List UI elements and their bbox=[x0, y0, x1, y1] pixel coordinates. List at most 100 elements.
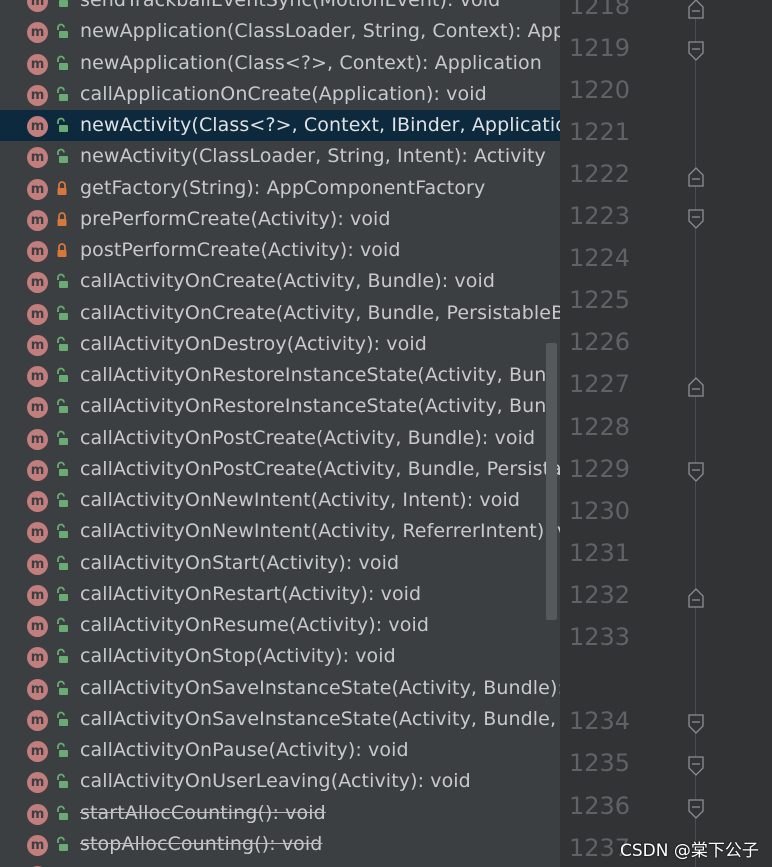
structure-item[interactable]: m stopAllocCounting(): void bbox=[0, 829, 560, 860]
fold-collapse-icon[interactable] bbox=[687, 208, 705, 230]
fold-collapse-icon[interactable] bbox=[687, 461, 705, 483]
method-icon: m bbox=[27, 553, 48, 575]
fold-end-icon[interactable] bbox=[687, 0, 705, 20]
line-number: 1227 bbox=[569, 370, 631, 398]
method-icon: m bbox=[27, 366, 48, 387]
private-lock-icon bbox=[55, 242, 69, 258]
structure-item[interactable]: m callActivityOnDestroy(Activity): void bbox=[0, 329, 560, 360]
structure-item-label: callActivityOnCreate(Activity, Bundle): … bbox=[80, 270, 495, 293]
line-number: 1231 bbox=[569, 539, 631, 567]
fold-end-icon[interactable] bbox=[687, 166, 705, 188]
structure-item[interactable]: m callActivityOnRestoreInstanceState(Acti… bbox=[0, 360, 560, 391]
structure-item-label: callActivityOnUserLeaving(Activity): voi… bbox=[80, 770, 471, 793]
public-unlock-icon bbox=[55, 430, 69, 446]
method-icon: m bbox=[27, 741, 48, 762]
structure-item[interactable]: maddValue(String, int, Bundle): void bbox=[0, 860, 560, 867]
public-unlock-icon bbox=[55, 336, 69, 352]
structure-item-label: callActivityOnStart(Activity): void bbox=[80, 551, 400, 574]
fold-collapse-icon[interactable] bbox=[687, 713, 705, 735]
structure-scrollbar[interactable] bbox=[546, 343, 557, 620]
method-icon: m bbox=[27, 459, 48, 481]
method-icon: m bbox=[27, 209, 48, 231]
structure-item-label: callActivityOnNewIntent(Activity, Intent… bbox=[80, 489, 521, 511]
method-icon: m bbox=[27, 116, 48, 137]
public-unlock-icon bbox=[55, 86, 69, 102]
private-lock-icon bbox=[55, 180, 69, 196]
structure-item[interactable]: m prePerformCreate(Activity): void bbox=[0, 204, 560, 235]
structure-item-label: getFactory(String): AppComponentFactory bbox=[80, 176, 486, 199]
structure-item[interactable]: m callActivityOnNewIntent(Activity, Refer… bbox=[0, 516, 560, 547]
structure-item[interactable]: m callActivityOnStop(Activity): void bbox=[0, 641, 560, 672]
line-number: 1226 bbox=[569, 328, 631, 356]
structure-item[interactable]: m callActivityOnCreate(Activity, Bundle, … bbox=[0, 298, 560, 329]
structure-item[interactable]: m sendTrackballEventSync(MotionEvent): vo… bbox=[0, 0, 560, 16]
structure-item[interactable]: m callActivityOnPause(Activity): void bbox=[0, 735, 560, 766]
structure-item[interactable]: m newApplication(ClassLoader, String, Con… bbox=[0, 16, 560, 47]
structure-item[interactable]: m callActivityOnUserLeaving(Activity): vo… bbox=[0, 766, 560, 797]
public-unlock-icon bbox=[55, 680, 69, 696]
fold-collapse-icon[interactable] bbox=[687, 40, 705, 62]
fold-end-icon[interactable] bbox=[687, 587, 705, 609]
structure-item[interactable]: m startAllocCounting(): void bbox=[0, 798, 560, 829]
public-unlock-icon bbox=[55, 367, 69, 383]
public-unlock-icon bbox=[55, 0, 69, 8]
public-unlock-icon bbox=[55, 305, 69, 321]
method-icon: m bbox=[27, 803, 48, 825]
structure-item[interactable]: m callActivityOnResume(Activity): void bbox=[0, 610, 560, 641]
structure-item-label: callActivityOnNewIntent(Activity, Referr… bbox=[80, 520, 560, 543]
line-number: 1222 bbox=[569, 160, 631, 188]
structure-item-label: callApplicationOnCreate(Application): vo… bbox=[80, 82, 487, 105]
structure-item-label: callActivityOnDestroy(Activity): void bbox=[80, 332, 427, 355]
public-unlock-icon bbox=[55, 836, 69, 852]
structure-item[interactable]: m callActivityOnSaveInstanceState(Activit… bbox=[0, 704, 560, 735]
structure-item[interactable]: m callActivityOnRestoreInstanceState(Acti… bbox=[0, 391, 560, 422]
public-unlock-icon bbox=[55, 805, 69, 821]
fold-end-icon[interactable] bbox=[687, 376, 705, 398]
method-icon: m bbox=[27, 647, 48, 669]
method-icon: m bbox=[27, 709, 48, 731]
public-unlock-icon bbox=[55, 742, 69, 758]
structure-item[interactable]: m callActivityOnStart(Activity): void bbox=[0, 548, 560, 579]
structure-item[interactable]: m callActivityOnRestart(Activity): void bbox=[0, 579, 560, 610]
structure-item-label: callActivityOnPause(Activity): void bbox=[80, 739, 409, 761]
structure-item[interactable]: m newApplication(Class<?>, Context): Appl… bbox=[0, 48, 560, 79]
public-unlock-icon bbox=[55, 773, 69, 789]
method-icon: m bbox=[27, 491, 48, 512]
structure-item-label: callActivityOnRestoreInstanceState(Activ… bbox=[80, 395, 560, 418]
public-unlock-icon bbox=[55, 523, 69, 539]
structure-item[interactable]: m getFactory(String): AppComponentFactory bbox=[0, 173, 560, 204]
structure-item[interactable]: m newActivity(ClassLoader, String, Intent… bbox=[0, 141, 560, 172]
line-number: 1235 bbox=[569, 749, 631, 777]
line-number: 1232 bbox=[569, 581, 631, 609]
structure-item[interactable]: m callActivityOnNewIntent(Activity, Inten… bbox=[0, 485, 560, 516]
line-number: 1219 bbox=[569, 34, 631, 62]
method-icon: m bbox=[27, 584, 48, 606]
structure-item-label: callActivityOnStop(Activity): void bbox=[80, 645, 396, 668]
fold-collapse-icon[interactable] bbox=[687, 755, 705, 777]
structure-item[interactable]: m callActivityOnPostCreate(Activity, Bund… bbox=[0, 454, 560, 485]
method-icon: m bbox=[27, 178, 48, 200]
structure-item[interactable]: m callActivityOnPostCreate(Activity, Bund… bbox=[0, 423, 560, 454]
structure-item-label: stopAllocCounting(): void bbox=[80, 832, 323, 855]
line-number: 1223 bbox=[569, 202, 631, 230]
public-unlock-icon bbox=[55, 648, 69, 664]
line-number: 1221 bbox=[569, 118, 631, 146]
line-number: 1228 bbox=[569, 413, 631, 441]
structure-item[interactable]: m postPerformCreate(Activity): void bbox=[0, 235, 560, 266]
structure-item[interactable]: m newActivity(Class<?>, Context, IBinder,… bbox=[0, 110, 560, 141]
public-unlock-icon bbox=[55, 617, 69, 633]
line-number: 1236 bbox=[569, 792, 631, 820]
method-icon: m bbox=[27, 522, 48, 544]
structure-item[interactable]: m callApplicationOnCreate(Application): v… bbox=[0, 79, 560, 110]
public-unlock-icon bbox=[55, 461, 69, 477]
structure-item[interactable]: m callActivityOnSaveInstanceState(Activit… bbox=[0, 673, 560, 704]
structure-item-label: callActivityOnSaveInstanceState(Activity… bbox=[80, 707, 560, 730]
method-icon: m bbox=[27, 834, 48, 856]
public-unlock-icon bbox=[55, 555, 69, 571]
structure-item-label: callActivityOnPostCreate(Activity, Bundl… bbox=[80, 426, 536, 449]
fold-collapse-icon[interactable] bbox=[687, 798, 705, 820]
method-icon: m bbox=[27, 22, 48, 44]
watermark: CSDN @棠下公子 bbox=[620, 841, 759, 861]
structure-item-label: callActivityOnPostCreate(Activity, Bundl… bbox=[80, 457, 560, 480]
structure-item[interactable]: m callActivityOnCreate(Activity, Bundle):… bbox=[0, 266, 560, 297]
